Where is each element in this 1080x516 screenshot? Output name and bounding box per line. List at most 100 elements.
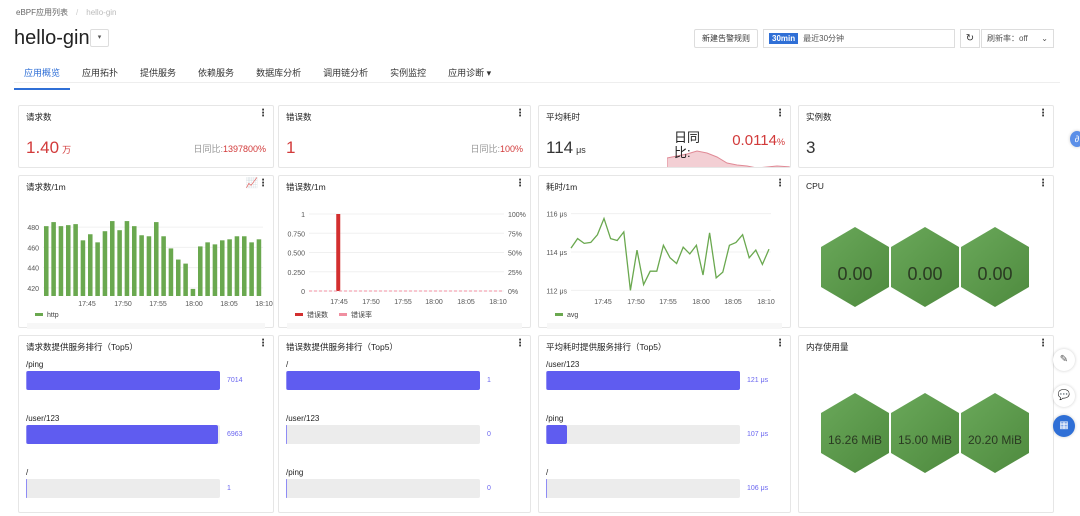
- ranking-item[interactable]: /1: [26, 468, 266, 498]
- more-icon[interactable]: ⋮: [1038, 339, 1048, 349]
- ranking-item[interactable]: /user/123 0: [286, 414, 523, 444]
- y2-tick-label: 0%: [508, 289, 518, 296]
- series-line-avg: [570, 216, 770, 291]
- y-tick-label: 0.750: [287, 231, 305, 238]
- ranking-item[interactable]: /user/123 6963: [26, 414, 266, 444]
- ranking-item-value: 6963: [227, 431, 243, 438]
- stat-compare: 日同比:100%: [470, 144, 523, 154]
- ranking-card-requests: 请求数提供服务排行（Top5） ⋮ /ping 7014/user/123 6963/…: [18, 335, 274, 513]
- tab-bar: 应用概览 应用拓扑 提供服务 依赖服务 数据库分析 调用链分析 实例监控 应用诊…: [14, 64, 503, 90]
- refresh-icon[interactable]: ↻: [960, 29, 980, 48]
- memory-hex[interactable]: 16.26 MiB: [821, 393, 889, 473]
- breadcrumb-root[interactable]: eBPF应用列表: [16, 8, 68, 17]
- bar: [139, 235, 144, 296]
- ranking-bar-fill: [546, 479, 547, 498]
- more-icon[interactable]: ⋮: [258, 109, 268, 119]
- ranking-item[interactable]: /ping 107 μs: [546, 414, 783, 444]
- bar: [190, 288, 196, 296]
- tab-provided-services[interactable]: 提供服务: [130, 64, 186, 90]
- ranking-item-value: 7014: [227, 377, 243, 384]
- x-tick-label: 18:10: [489, 299, 507, 306]
- tab-overview[interactable]: 应用概览: [14, 64, 71, 90]
- ranking-item[interactable]: / 106 μs: [546, 468, 783, 498]
- ranking-bar-track: [26, 371, 220, 390]
- new-alert-rule-button[interactable]: 新建告警规则: [694, 29, 758, 48]
- ranking-bar-fill: [546, 425, 568, 444]
- cpu-hex[interactable]: 0.00: [961, 227, 1029, 307]
- card-title: 错误数提供服务排行（Top5）: [286, 342, 398, 352]
- y-tick-label: 1: [301, 212, 305, 219]
- memory-hex[interactable]: 15.00 MiB: [891, 393, 959, 473]
- ranking-item[interactable]: /ping 0: [286, 468, 523, 498]
- ranking-item[interactable]: /ping 7014: [26, 360, 266, 390]
- y-tick-label: 0.250: [287, 270, 305, 277]
- x-tick-label: 18:05: [220, 301, 238, 308]
- ranking-item[interactable]: /1: [286, 360, 523, 390]
- stat-card-latency: 平均耗时 ⋮ 114 μs 日同比: 0.0114%: [538, 105, 791, 168]
- ranking-item-value: 121 μs: [747, 377, 769, 384]
- bar: [256, 239, 262, 296]
- ranking-bar-fill: [26, 425, 219, 444]
- apps-icon[interactable]: ▦: [1053, 415, 1075, 437]
- ranking-item-value: 106 μs: [747, 485, 769, 492]
- legend-swatch: [339, 313, 347, 316]
- bar: [66, 225, 71, 296]
- x-tick-label: 18:10: [757, 299, 775, 306]
- y-tick-label: 0.500: [287, 251, 305, 258]
- bar: [249, 242, 254, 296]
- x-tick-label: 17:55: [659, 299, 677, 306]
- time-label: 最近30分钟: [803, 34, 845, 43]
- tab-dependencies[interactable]: 依赖服务: [188, 64, 244, 90]
- tab-tracing[interactable]: 调用链分析: [313, 64, 378, 90]
- ranking-bar-track: [546, 425, 740, 444]
- bar: [198, 246, 203, 296]
- more-icon[interactable]: ⋮: [1038, 109, 1048, 119]
- errors-chart: 0 0% 0.250 25% 0.500 50% 0.750 75% 1 100% 17:45 17:…: [287, 212, 526, 329]
- refresh-rate-select[interactable]: 刷新率：off ⌄: [981, 29, 1054, 48]
- edit-icon[interactable]: ✎: [1053, 349, 1075, 371]
- stat-value: 3: [806, 138, 816, 157]
- app-switch-dropdown[interactable]: ▾: [90, 29, 109, 47]
- more-icon[interactable]: ⋮: [775, 109, 785, 119]
- bar: [117, 230, 122, 296]
- tab-diagnosis[interactable]: 应用诊断 ▾: [438, 64, 501, 90]
- y-tick-label: 420: [27, 286, 39, 293]
- bar: [102, 231, 108, 296]
- cpu-hex[interactable]: 0.00: [821, 227, 889, 307]
- memory-card: 内存使用量 ⋮ 16.26 MiB 15.00 MiB 20.20 MiB: [798, 335, 1054, 513]
- tab-topology[interactable]: 应用拓扑: [72, 64, 128, 90]
- time-range-picker[interactable]: 30min 最近30分钟: [763, 29, 955, 48]
- x-tick-label: 18:05: [457, 299, 475, 306]
- breadcrumb-current: hello-gin: [86, 8, 117, 17]
- chevron-down-icon: ⌄: [1041, 34, 1048, 43]
- stat-compare-value: 0.0114%: [732, 132, 785, 149]
- legend-label: avg: [567, 312, 578, 319]
- bar: [124, 221, 130, 296]
- tab-database[interactable]: 数据库分析: [246, 64, 311, 90]
- divider: [14, 82, 1060, 83]
- bar: [176, 259, 181, 296]
- cpu-hex[interactable]: 0.00: [891, 227, 959, 307]
- ranking-item[interactable]: /user/123 121 μs: [546, 360, 783, 390]
- page-title: hello-gin: [14, 27, 90, 49]
- memory-hex[interactable]: 20.20 MiB: [961, 393, 1029, 473]
- bar: [110, 221, 115, 296]
- y-tick-label: 112 μs: [546, 288, 567, 295]
- more-icon[interactable]: ⋮: [515, 109, 525, 119]
- more-icon[interactable]: ⋮: [258, 339, 268, 349]
- more-icon[interactable]: ⋮: [1038, 179, 1048, 189]
- more-icon[interactable]: ⋮: [775, 339, 785, 349]
- tab-instances[interactable]: 实例监控: [380, 64, 436, 90]
- feedback-icon[interactable]: 💬: [1053, 385, 1075, 407]
- latency-line-chart: 112 μs 114 μs 116 μs 17:45 17:50 17:55 18:00 18…: [546, 212, 782, 329]
- ranking-bar-fill: [546, 371, 740, 390]
- ranking-item-name: /: [546, 468, 549, 477]
- assistant-icon[interactable]: ∂: [1070, 131, 1080, 147]
- stat-compare-label: 日同比:: [674, 130, 701, 160]
- stat-value: 114 μs: [546, 138, 586, 157]
- cpu-card: CPU ⋮ 0.00 0.00 0.00: [798, 175, 1054, 328]
- x-tick-label: 18:05: [724, 299, 742, 306]
- bar: [73, 224, 78, 296]
- more-icon[interactable]: ⋮: [515, 339, 525, 349]
- stat-value: 1: [286, 138, 296, 157]
